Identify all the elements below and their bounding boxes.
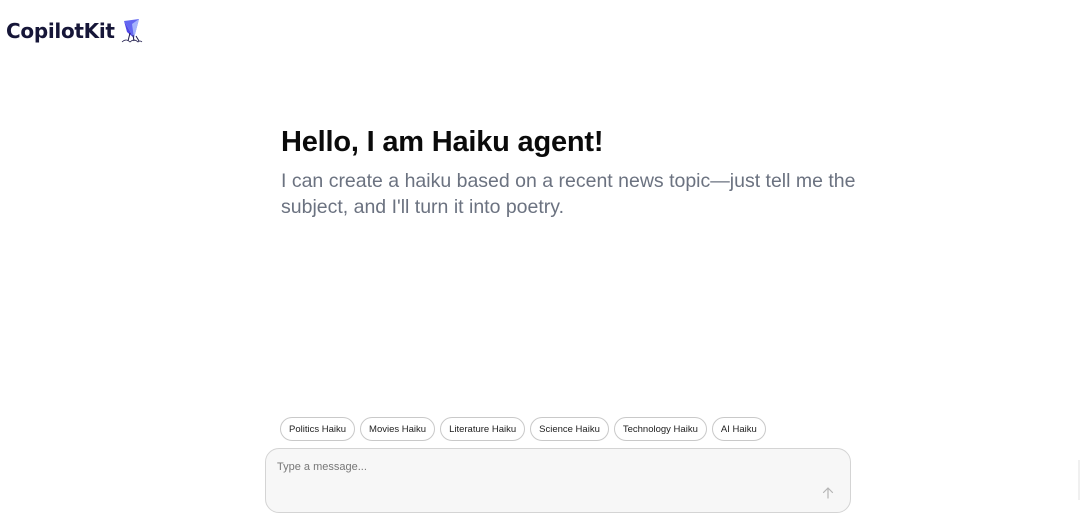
brand-header: CopilotKit <box>6 18 143 44</box>
kite-logo-icon <box>121 18 143 44</box>
suggestion-chip-ai[interactable]: AI Haiku <box>711 417 766 441</box>
page: CopilotKit Hello, I am Haiku agent! I ca… <box>0 0 1080 527</box>
suggestion-chips: Politics Haiku Movies Haiku Literature H… <box>280 417 766 441</box>
suggestion-chip-politics[interactable]: Politics Haiku <box>280 417 356 441</box>
suggestion-chip-technology[interactable]: Technology Haiku <box>613 417 707 441</box>
suggestion-chip-literature[interactable]: Literature Haiku <box>440 417 526 441</box>
welcome-title: Hello, I am Haiku agent! <box>281 126 604 158</box>
welcome-subtitle: I can create a haiku based on a recent n… <box>281 170 856 218</box>
message-composer <box>265 448 851 513</box>
send-button[interactable] <box>818 483 838 503</box>
brand-name: CopilotKit <box>6 19 115 43</box>
welcome-section: Hello, I am Haiku agent! I can create a … <box>281 124 861 220</box>
arrow-up-icon <box>822 487 834 499</box>
suggestion-chip-science[interactable]: Science Haiku <box>530 417 609 441</box>
suggestion-chip-movies[interactable]: Movies Haiku <box>360 417 436 441</box>
message-input[interactable] <box>277 461 797 501</box>
